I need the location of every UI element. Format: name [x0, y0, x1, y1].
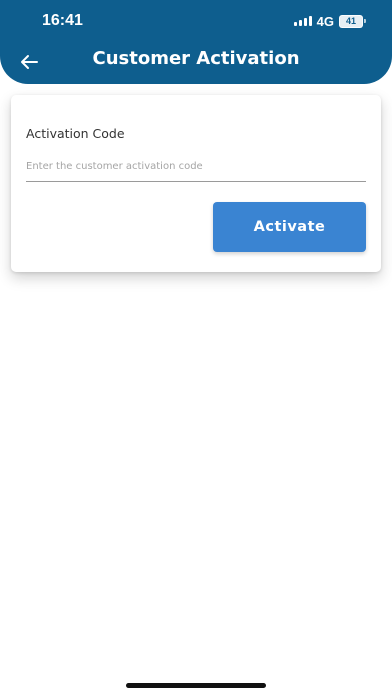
network-type: 4G — [316, 13, 334, 29]
activate-button[interactable]: Activate — [213, 202, 366, 252]
app-header: 16:41 4G 41 Customer Activation — [0, 0, 392, 84]
activation-code-input[interactable] — [26, 151, 366, 182]
status-indicators: 4G 41 — [293, 13, 366, 29]
battery-level: 41 — [345, 16, 356, 26]
page-title: Customer Activation — [92, 48, 300, 69]
home-indicator — [126, 683, 266, 688]
cellular-signal-icon — [293, 16, 312, 26]
activation-code-label: Activation Code — [26, 126, 125, 141]
status-time: 16:41 — [42, 12, 83, 29]
battery-icon: 41 — [339, 14, 363, 28]
activation-card: Activation Code Activate — [11, 95, 381, 272]
battery-tip — [364, 19, 366, 23]
